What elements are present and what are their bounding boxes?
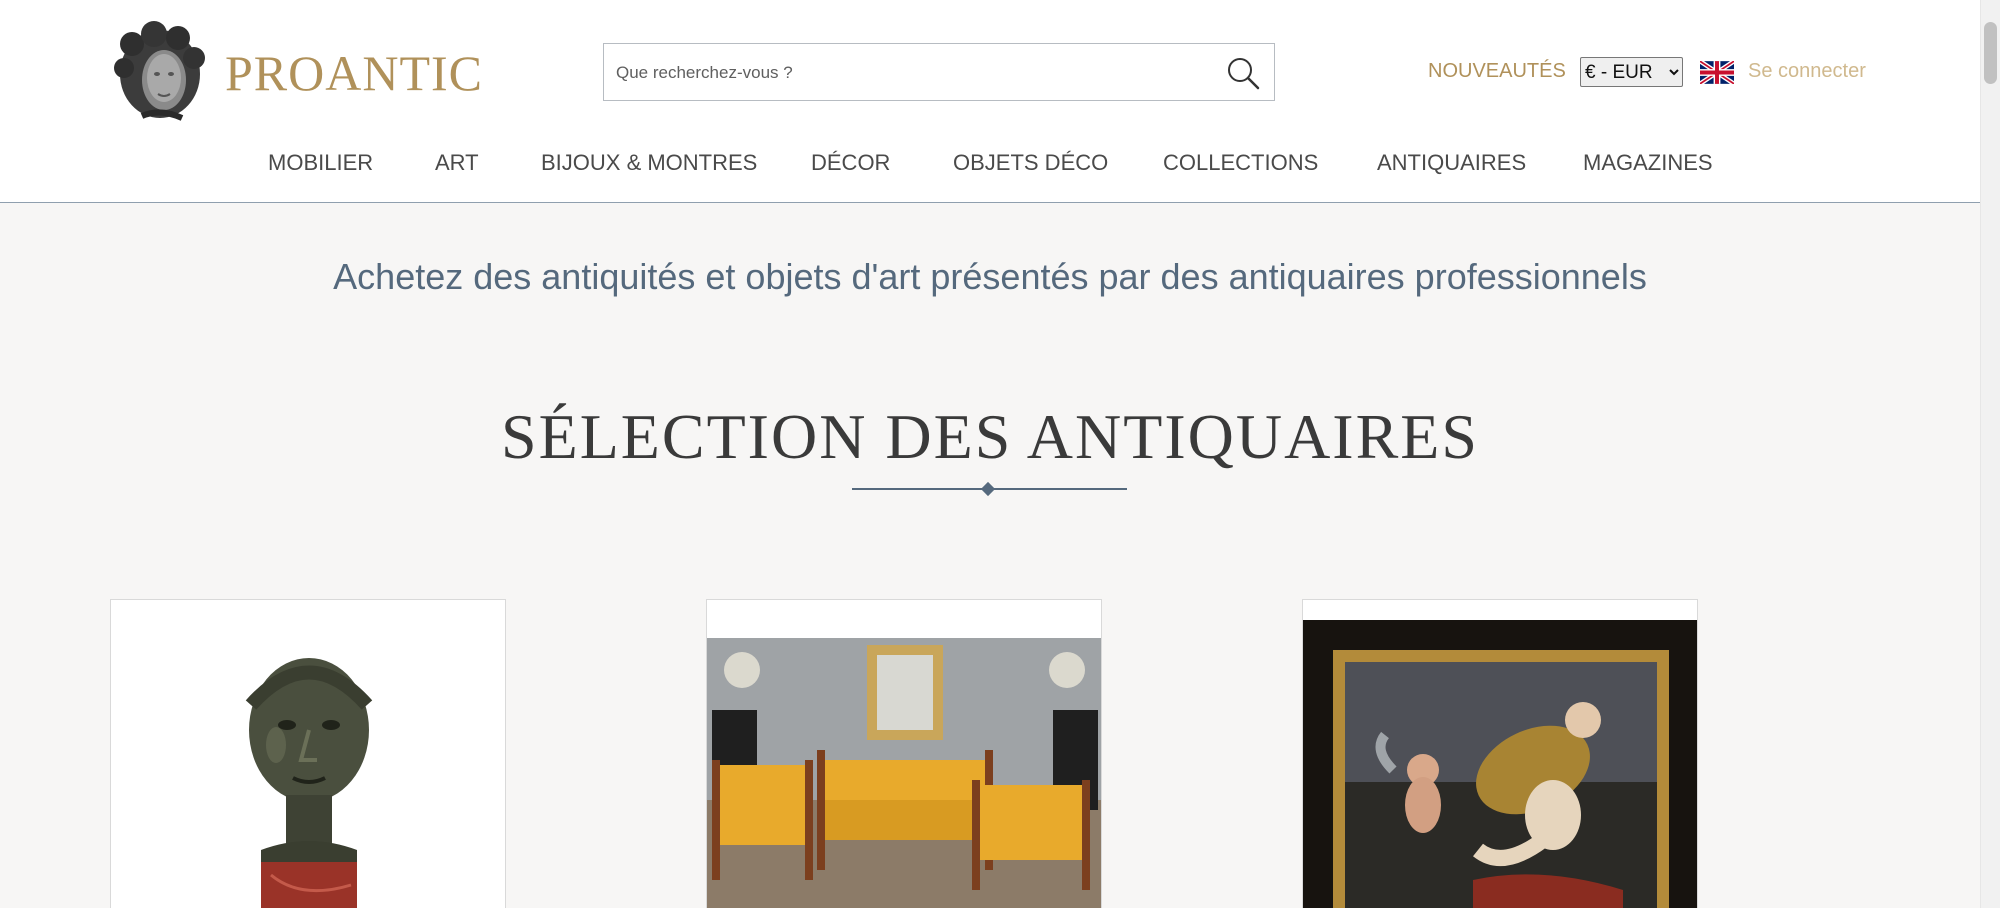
product-card-painting[interactable] xyxy=(1302,599,1698,908)
login-link[interactable]: Se connecter xyxy=(1748,60,1866,83)
framed-baroque-painting-image xyxy=(1303,600,1697,908)
product-card-furniture[interactable] xyxy=(706,599,1102,908)
uk-flag-icon[interactable] xyxy=(1698,59,1736,86)
nav-item-bijoux-montres[interactable]: BIJOUX & MONTRES xyxy=(541,150,757,176)
nav-item-mobilier[interactable]: MOBILIER xyxy=(268,150,373,176)
title-divider-diamond xyxy=(980,481,996,497)
empire-salon-furniture-image xyxy=(707,600,1101,908)
currency-select[interactable]: € - EUR xyxy=(1580,57,1683,87)
search-box xyxy=(603,43,1275,102)
page: PROANTIC NOUVEAUTÉS € - EUR S xyxy=(0,0,2000,908)
product-card-sculpture[interactable] xyxy=(110,599,506,908)
main-nav: MOBILIER ART BIJOUX & MONTRES DÉCOR OBJE… xyxy=(0,150,1980,180)
vertical-scrollbar[interactable] xyxy=(1980,0,2000,908)
new-arrivals-link[interactable]: NOUVEAUTÉS xyxy=(1428,60,1566,83)
brand-name[interactable]: PROANTIC xyxy=(225,44,483,102)
scrollbar-thumb[interactable] xyxy=(1984,22,1997,84)
search-input[interactable] xyxy=(614,44,1208,102)
nav-item-objets-deco[interactable]: OBJETS DÉCO xyxy=(953,150,1108,176)
nav-item-magazines[interactable]: MAGAZINES xyxy=(1583,150,1713,176)
nav-item-collections[interactable]: COLLECTIONS xyxy=(1163,150,1318,176)
nav-item-antiquaires[interactable]: ANTIQUAIRES xyxy=(1377,150,1526,176)
sculpted-head-logo-icon[interactable] xyxy=(112,20,208,122)
tagline: Achetez des antiquités et objets d'art p… xyxy=(333,256,1647,297)
nav-item-art[interactable]: ART xyxy=(435,150,479,176)
bronze-head-sculpture-image xyxy=(111,600,505,908)
nav-item-decor[interactable]: DÉCOR xyxy=(811,150,890,176)
search-icon[interactable] xyxy=(1226,56,1260,90)
header: PROANTIC NOUVEAUTÉS € - EUR S xyxy=(0,0,1980,203)
section-title: SÉLECTION DES ANTIQUAIRES xyxy=(501,401,1479,472)
